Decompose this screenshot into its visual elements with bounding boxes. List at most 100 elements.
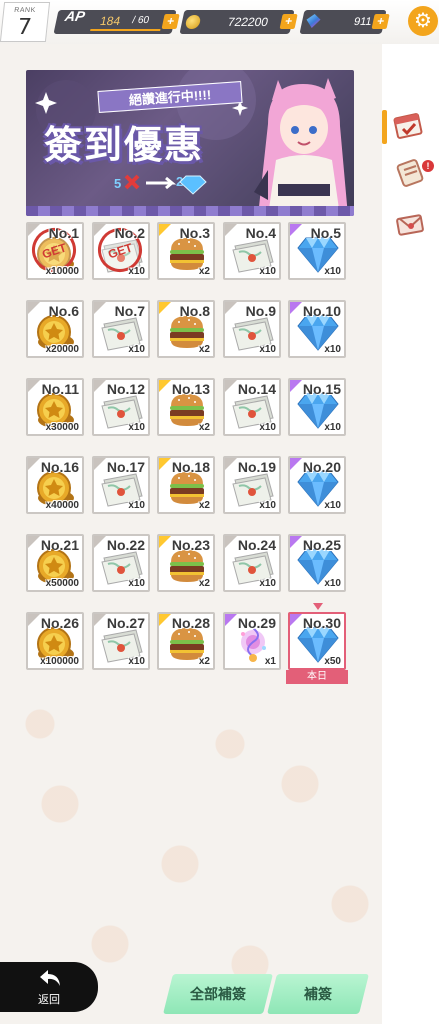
- calendar-day-cell[interactable]: GET No.2 x10: [92, 222, 150, 280]
- reward-quantity: x10: [259, 578, 276, 589]
- claim-all-button[interactable]: 全部補簽: [163, 974, 273, 1014]
- settings-button[interactable]: ⚙: [408, 6, 438, 36]
- day-number: No.27: [106, 615, 145, 631]
- calendar-day-cell[interactable]: No.3 x2: [157, 222, 215, 280]
- calendar-day-cell[interactable]: No.10 x10: [288, 300, 346, 358]
- gem-icon: [305, 14, 322, 28]
- calendar-day-cell[interactable]: No.14 x10: [223, 378, 281, 436]
- calendar-day-cell[interactable]: No.9 x10: [223, 300, 281, 358]
- rank-value: 7: [16, 15, 33, 40]
- coin-add-button[interactable]: +: [279, 14, 298, 29]
- login-bonus-banner: 絕讚進行中!!!! 簽到優惠 5 2: [26, 70, 354, 216]
- calendar-day-cell[interactable]: No.19 x10: [223, 456, 281, 514]
- calendar-day-cell[interactable]: No.6 x20000: [26, 300, 84, 358]
- today-label: 本日: [286, 670, 348, 684]
- reward-quantity: x20000: [45, 344, 79, 355]
- reward-quantity: x10: [128, 500, 145, 511]
- coin-pill: 722200 +: [179, 10, 298, 34]
- gem-add-button[interactable]: +: [371, 14, 390, 29]
- rank-label: RANK: [13, 7, 37, 14]
- day-number: No.21: [40, 537, 79, 553]
- active-tab-marker: [382, 110, 387, 144]
- calendar-day-cell[interactable]: No.27 x10: [92, 612, 150, 670]
- calendar-icon[interactable]: [392, 110, 426, 140]
- day-number: No.28: [171, 615, 210, 631]
- day-number: No.19: [237, 459, 276, 475]
- calendar-day-cell[interactable]: No.7 x10: [92, 300, 150, 358]
- reward-quantity: x10: [259, 266, 276, 277]
- coin-value: 722200: [226, 15, 270, 29]
- calendar-day-cell[interactable]: No.16 x40000: [26, 456, 84, 514]
- calendar-day-cell[interactable]: No.29 x1: [223, 612, 281, 670]
- reward-quantity: x10: [128, 578, 145, 589]
- calendar-day-cell[interactable]: No.15 x10: [288, 378, 346, 436]
- reward-quantity: x10: [128, 656, 145, 667]
- calendar-day-cell[interactable]: No.12 x10: [92, 378, 150, 436]
- calendar-day-cell[interactable]: No.11 x30000: [26, 378, 84, 436]
- banner-title: 簽到優惠: [44, 125, 205, 167]
- calendar-day-cell[interactable]: GET No.1 x10000: [26, 222, 84, 280]
- banner-exchange-graphic: 5 2: [114, 174, 207, 195]
- reward-quantity: x50: [324, 656, 341, 667]
- reward-quantity: x2: [198, 578, 210, 589]
- calendar-day-cell[interactable]: No.20 x10: [288, 456, 346, 514]
- calendar-day-cell[interactable]: No.4 x10: [223, 222, 281, 280]
- calendar-day-cell[interactable]: No.30 x50: [288, 612, 346, 670]
- calendar-day-cell[interactable]: No.18 x2: [157, 456, 215, 514]
- reward-quantity: x2: [198, 422, 210, 433]
- ap-max: / 60: [131, 15, 151, 26]
- day-number: No.15: [302, 381, 341, 397]
- reward-quantity: x10000: [45, 266, 79, 277]
- ap-label: AP: [63, 8, 87, 24]
- day-number: No.11: [41, 381, 79, 397]
- calendar-day-cell[interactable]: No.13 x2: [157, 378, 215, 436]
- day-number: No.12: [106, 381, 145, 397]
- calendar-day-cell[interactable]: No.24 x10: [223, 534, 281, 592]
- day-number: No.26: [40, 615, 79, 631]
- claim-all-label: 全部補簽: [190, 986, 246, 1002]
- day-number: No.16: [40, 459, 79, 475]
- reward-quantity: x10: [128, 266, 145, 277]
- calendar-day-cell[interactable]: No.8 x2: [157, 300, 215, 358]
- day-number: No.8: [179, 303, 210, 319]
- day-number: No.9: [245, 303, 276, 319]
- day-number: No.14: [237, 381, 276, 397]
- reward-quantity: x10: [259, 344, 276, 355]
- claim-button[interactable]: 補簽: [267, 974, 369, 1014]
- day-number: No.29: [237, 615, 276, 631]
- reward-quantity: x10: [324, 578, 341, 589]
- day-number: No.3: [179, 225, 210, 241]
- calendar-day-cell[interactable]: No.5 x10: [288, 222, 346, 280]
- calendar-day-cell[interactable]: No.28 x2: [157, 612, 215, 670]
- side-tabs: !: [382, 44, 439, 1024]
- calendar-day-cell[interactable]: No.23 x2: [157, 534, 215, 592]
- notification-badge: !: [422, 160, 434, 172]
- day-number: No.18: [171, 459, 210, 475]
- mail-icon[interactable]: [394, 210, 428, 240]
- day-number: No.24: [237, 537, 276, 553]
- reward-quantity: x10: [324, 266, 341, 277]
- reward-quantity: x50000: [45, 578, 79, 589]
- reward-quantity: x10: [324, 500, 341, 511]
- calendar-day-cell[interactable]: No.21 x50000: [26, 534, 84, 592]
- calendar-day-cell[interactable]: No.17 x10: [92, 456, 150, 514]
- day-number: No.13: [171, 381, 210, 397]
- claim-label: 補簽: [304, 986, 332, 1002]
- calendar-day-cell[interactable]: No.25 x10: [288, 534, 346, 592]
- ap-progress-fill: [90, 29, 161, 31]
- ap-pill: AP 184 / 60 +: [53, 8, 180, 34]
- ap-add-button[interactable]: +: [161, 14, 180, 29]
- reward-quantity: x10: [128, 344, 145, 355]
- calendar-day-cell[interactable]: No.22 x10: [92, 534, 150, 592]
- gem-pill: 911 +: [299, 10, 390, 34]
- reward-quantity: x10: [259, 422, 276, 433]
- ap-current: 184: [98, 14, 122, 28]
- banner-sub-left: 5: [114, 176, 121, 191]
- day-number: No.17: [106, 459, 145, 475]
- calendar-day-cell[interactable]: No.26 x100000: [26, 612, 84, 670]
- back-button[interactable]: 返回: [0, 962, 98, 1012]
- top-bar: RANK 7 AP 184 / 60 + 722200 + 911 + ⚙: [0, 0, 439, 44]
- gem-value: 911: [352, 16, 373, 28]
- day-number: No.5: [310, 225, 341, 241]
- ap-progress-bar: [90, 29, 161, 31]
